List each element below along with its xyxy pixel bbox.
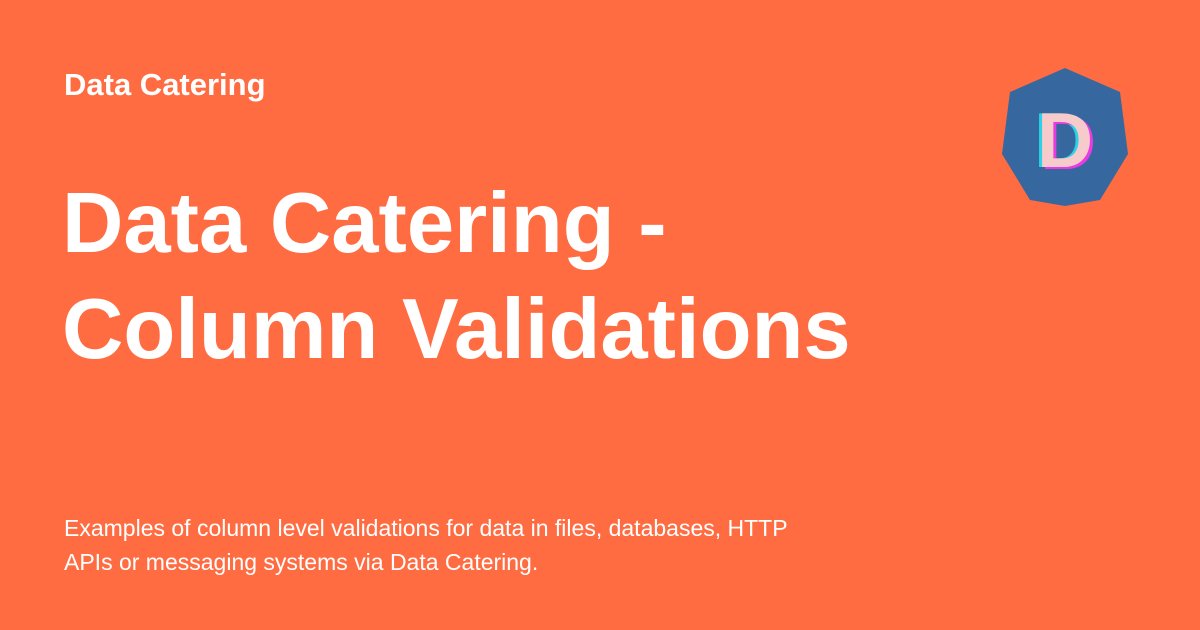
page-title-line-2: Column Validations xyxy=(62,282,851,377)
page-title: Data Catering - Column Validations xyxy=(62,171,962,383)
description-line-1: Examples of column level validations for… xyxy=(64,515,788,541)
page-description: Examples of column level validations for… xyxy=(64,511,864,579)
page-title-line-1: Data Catering - xyxy=(62,176,667,271)
logo-letter: D xyxy=(1037,96,1093,184)
description-line-2: APIs or messaging systems via Data Cater… xyxy=(64,549,539,575)
site-name: Data Catering xyxy=(64,67,266,102)
data-catering-logo: D D D xyxy=(1002,68,1128,206)
